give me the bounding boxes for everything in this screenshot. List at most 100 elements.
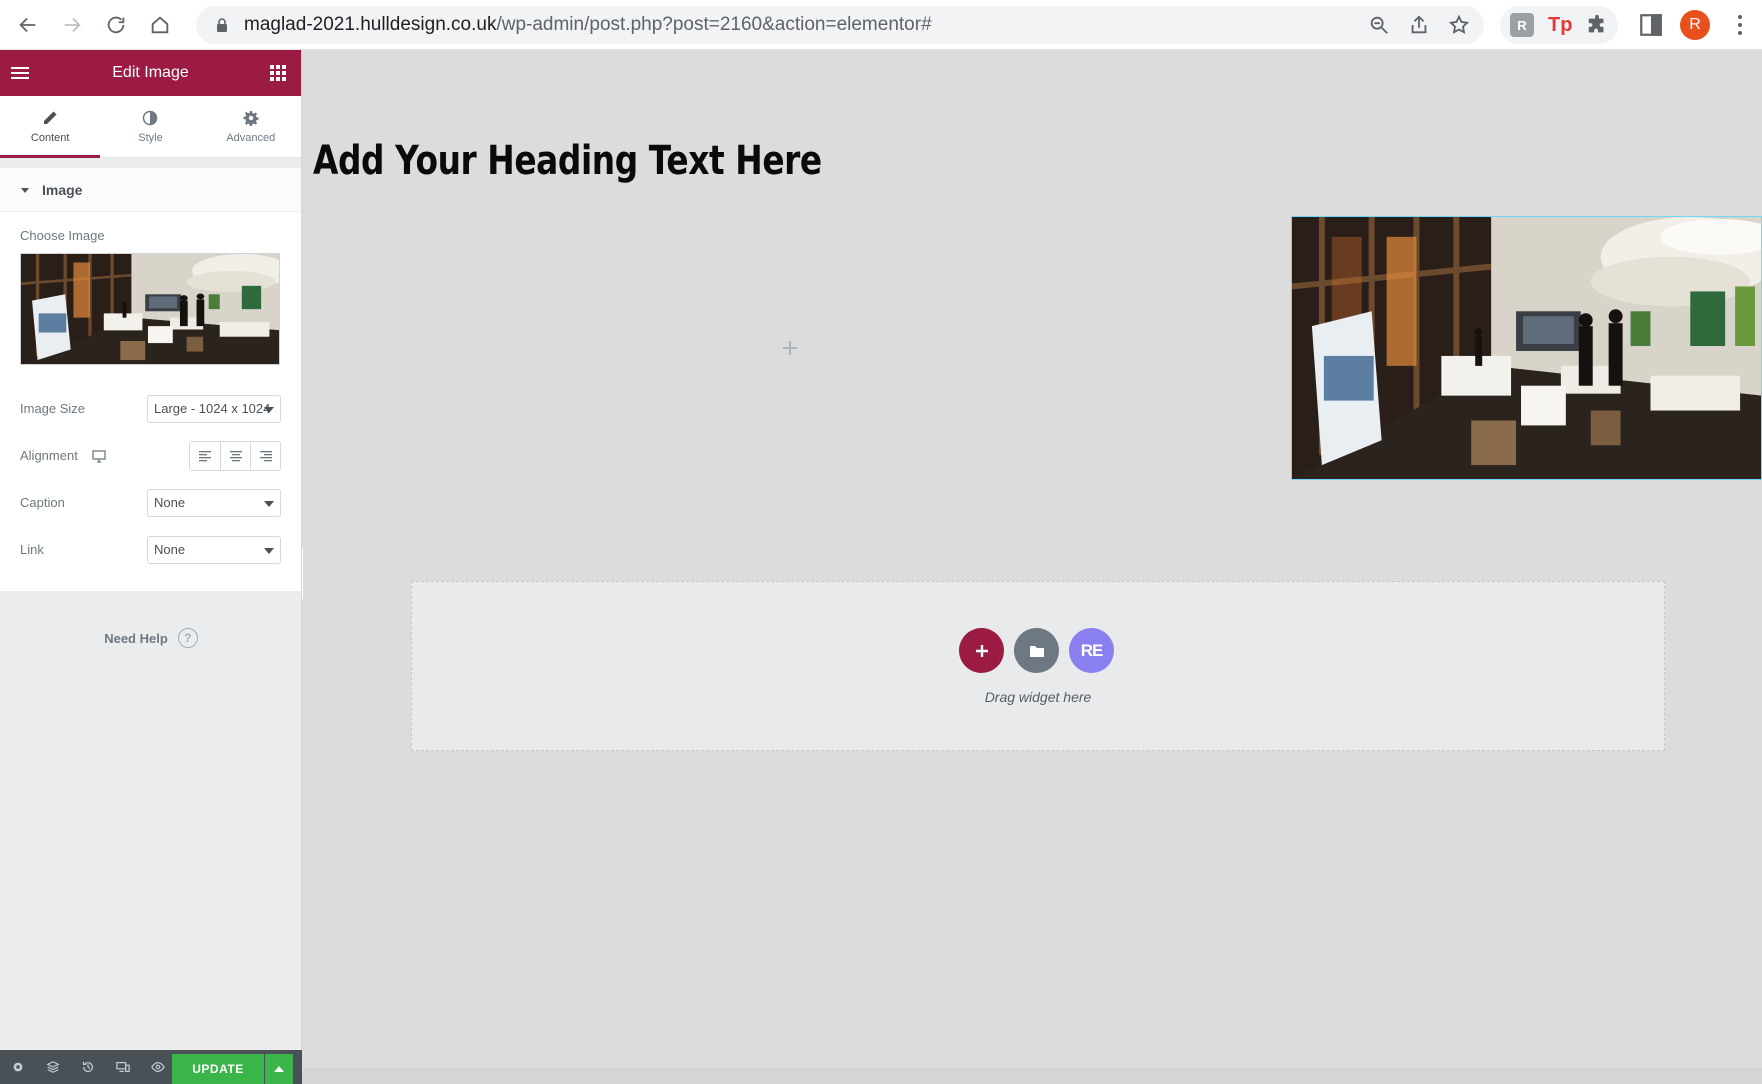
tab-advanced-label: Advanced (226, 131, 276, 144)
page-heading[interactable]: Add Your Heading Text Here (313, 138, 822, 184)
image-size-select[interactable]: Large - 1024 x 1024 (147, 394, 281, 423)
question-circle-icon: ? (177, 628, 198, 648)
chevron-down-icon (264, 500, 274, 507)
panel-title: Edit Image (112, 64, 189, 81)
tab-advanced[interactable]: Advanced (201, 96, 301, 157)
caption-row: Caption None (20, 479, 281, 526)
settings-button[interactable] (0, 1050, 35, 1084)
home-button[interactable] (138, 3, 182, 47)
royal-elementor-button[interactable]: RE (1069, 628, 1114, 673)
extension-tp-icon[interactable]: Tp (1548, 14, 1572, 37)
align-left-icon (199, 450, 211, 461)
gear-icon (243, 110, 259, 126)
image-size-value: Large - 1024 x 1024 (154, 401, 271, 416)
section-title: Image (42, 181, 83, 198)
preview-button[interactable] (140, 1050, 175, 1084)
gear-icon (13, 1062, 22, 1072)
image-chooser-preview[interactable] (20, 253, 280, 365)
star-icon[interactable] (1448, 14, 1470, 36)
forward-button[interactable] (50, 3, 94, 47)
reload-icon (107, 16, 125, 33)
image-size-row: Image Size Large - 1024 x 1024 (20, 385, 281, 432)
caption-label: Caption (20, 495, 65, 510)
drop-zone-text: Drag widget here (984, 689, 1092, 705)
back-button[interactable] (6, 3, 50, 47)
editor-canvas: Add Your Heading Text Here RE Drag widge… (303, 50, 1762, 1084)
update-options-button[interactable] (265, 1054, 293, 1084)
tab-content[interactable]: Content (0, 96, 101, 158)
side-panel-icon[interactable] (1638, 12, 1664, 38)
tab-content-label: Content (30, 131, 70, 144)
extension-r-icon[interactable]: R (1510, 13, 1534, 37)
exhibition-thumbnail (21, 254, 279, 364)
desktop-icon[interactable] (92, 449, 106, 463)
omnibox-actions (1368, 6, 1470, 44)
lock-icon (217, 18, 227, 32)
pencil-icon (44, 111, 57, 124)
hamburger-menu-icon[interactable] (10, 63, 30, 83)
plus-icon[interactable] (780, 338, 800, 358)
eye-icon (150, 1062, 165, 1072)
drop-zone-actions: RE (959, 628, 1114, 673)
link-value: None (154, 542, 186, 557)
extensions-area: R Tp (1500, 6, 1619, 44)
need-help-link[interactable]: Need Help ? (0, 628, 302, 648)
share-icon[interactable] (1408, 14, 1430, 36)
image-size-label: Image Size (20, 401, 86, 416)
align-right-button[interactable] (250, 441, 280, 470)
image-section-toggle[interactable]: Image (0, 168, 301, 212)
alignment-label-wrap: Alignment (20, 448, 106, 463)
align-left-button[interactable] (190, 441, 220, 470)
empty-section-drop-zone[interactable]: RE Drag widget here (411, 581, 1665, 751)
image-controls: Choose Image Image Size Large - 1024 x 1… (0, 212, 301, 591)
panel-header: Edit Image (0, 50, 301, 96)
caret-down-icon (21, 187, 29, 193)
tab-style-label: Style (138, 131, 163, 144)
need-help-label: Need Help (104, 630, 168, 646)
image-section: Image Choose Image Image Size Large - 10… (0, 168, 301, 591)
reload-button[interactable] (94, 3, 138, 47)
link-select[interactable]: None (147, 535, 281, 564)
url-host: maglad-2021.hulldesign.co.uk (244, 14, 497, 35)
canvas-bottom-bar (303, 1068, 1762, 1084)
responsive-mode-button[interactable] (105, 1050, 140, 1084)
update-button[interactable]: UPDATE (172, 1054, 264, 1084)
align-center-button[interactable] (220, 441, 250, 470)
alignment-label: Alignment (20, 448, 78, 463)
link-row: Link None (20, 526, 281, 573)
panel-tabs: Content Style Advanced (0, 96, 301, 158)
history-button[interactable] (70, 1050, 105, 1084)
link-label: Link (20, 542, 44, 557)
align-right-icon (259, 450, 272, 461)
add-template-button[interactable] (1014, 628, 1059, 673)
alignment-choices (189, 440, 281, 471)
zoom-icon[interactable] (1368, 14, 1390, 36)
align-center-icon (229, 450, 242, 461)
image-widget[interactable] (1291, 216, 1762, 480)
caret-up-icon (274, 1066, 284, 1072)
caption-select[interactable]: None (147, 488, 281, 517)
add-section-button[interactable] (959, 628, 1004, 673)
address-bar[interactable]: maglad-2021.hulldesign.co.uk/wp-admin/po… (196, 6, 1484, 44)
choose-image-label: Choose Image (20, 228, 105, 243)
puzzle-icon[interactable] (1586, 14, 1608, 36)
home-icon (151, 15, 169, 33)
plus-icon (975, 644, 988, 657)
navigator-button[interactable] (35, 1050, 70, 1084)
half-circle-icon (143, 110, 158, 125)
more-vertical-icon[interactable] (1730, 12, 1750, 38)
arrow-right-icon (64, 17, 81, 32)
alignment-row: Alignment (20, 432, 281, 479)
avatar[interactable]: R (1680, 10, 1710, 40)
url-path: /wp-admin/post.php?post=2160&action=elem… (496, 14, 932, 35)
devices-icon (115, 1062, 130, 1072)
widgets-grid-icon[interactable] (269, 64, 287, 82)
history-icon (82, 1061, 93, 1073)
exhibition-image (1292, 217, 1761, 479)
arrow-left-icon (19, 17, 36, 32)
layers-icon (45, 1061, 60, 1073)
tab-style[interactable]: Style (100, 96, 200, 157)
panel-footer: UPDATE (0, 1050, 302, 1084)
browser-toolbar: maglad-2021.hulldesign.co.uk/wp-admin/po… (0, 0, 1762, 50)
chevron-down-icon (264, 406, 274, 413)
